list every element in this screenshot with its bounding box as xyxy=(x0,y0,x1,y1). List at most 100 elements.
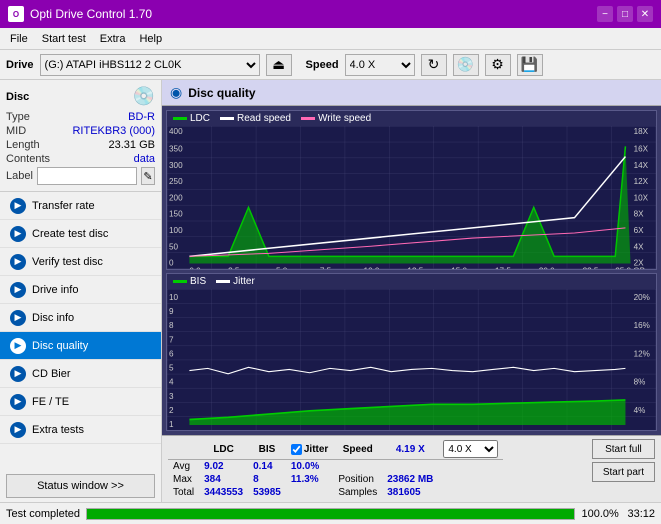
label-edit-button[interactable]: ✎ xyxy=(141,167,155,185)
legend-jitter: Jitter xyxy=(216,276,255,287)
menu-help[interactable]: Help xyxy=(133,31,168,47)
nav-label-extra-tests: Extra tests xyxy=(32,424,84,436)
stats-avg-speed-val xyxy=(382,460,438,474)
chart1-legend: LDC Read speed Write speed xyxy=(167,111,656,126)
save-button[interactable]: 💾 xyxy=(517,54,543,76)
nav-item-drive-info[interactable]: ▶ Drive info xyxy=(0,276,161,304)
nav-item-extra-tests[interactable]: ▶ Extra tests xyxy=(0,416,161,444)
stats-row-avg: Avg 9.02 0.14 10.0% xyxy=(168,460,503,474)
jitter-checkbox[interactable] xyxy=(291,444,302,455)
nav-icon-fe-te: ▶ xyxy=(10,394,26,410)
content-area: ◉ Disc quality LDC Read speed xyxy=(162,80,661,502)
eject-button[interactable]: ⏏ xyxy=(266,54,292,76)
nav-icon-disc-quality: ▶ xyxy=(10,338,26,354)
bottom-bar: Test completed 100.0% 33:12 xyxy=(0,502,661,524)
stats-total-bis: 53985 xyxy=(248,486,286,499)
nav-item-fe-te[interactable]: ▶ FE / TE xyxy=(0,388,161,416)
svg-text:12%: 12% xyxy=(634,348,651,358)
settings-button[interactable]: ⚙ xyxy=(485,54,511,76)
stats-max-bis: 8 xyxy=(248,473,286,486)
svg-text:0: 0 xyxy=(169,259,174,268)
drive-label: Drive xyxy=(6,59,34,71)
disc-icon: 💿 xyxy=(133,86,155,107)
menu-start-test[interactable]: Start test xyxy=(36,31,92,47)
content-title: Disc quality xyxy=(188,86,255,100)
minimize-button[interactable]: − xyxy=(597,6,613,22)
length-label: Length xyxy=(6,139,40,151)
svg-text:14X: 14X xyxy=(634,161,649,170)
stats-avg-empty xyxy=(438,460,503,474)
jitter-color-swatch xyxy=(216,280,230,283)
speed-col-label: Speed xyxy=(343,444,373,455)
menu-file[interactable]: File xyxy=(4,31,34,47)
svg-text:300: 300 xyxy=(169,161,183,170)
nav-item-disc-info[interactable]: ▶ Disc info xyxy=(0,304,161,332)
stats-table: LDC BIS Jitter Speed 4.19 X xyxy=(168,439,503,499)
disc-button[interactable]: 💿 xyxy=(453,54,479,76)
nav-label-disc-quality: Disc quality xyxy=(32,340,88,352)
svg-text:4X: 4X xyxy=(634,242,645,251)
nav-label-transfer-rate: Transfer rate xyxy=(32,200,95,212)
refresh-button[interactable]: ↻ xyxy=(421,54,447,76)
content-header-icon: ◉ xyxy=(170,84,182,101)
svg-text:1: 1 xyxy=(169,418,174,428)
stats-col-ldc: LDC xyxy=(199,439,248,460)
svg-text:2: 2 xyxy=(169,404,174,414)
close-button[interactable]: ✕ xyxy=(637,6,653,22)
nav-item-disc-quality[interactable]: ▶ Disc quality xyxy=(0,332,161,360)
svg-text:12.5: 12.5 xyxy=(407,267,423,269)
label-input[interactable] xyxy=(37,167,137,185)
chart2-svg: 10 9 8 7 6 5 4 3 2 1 20% 16% 12% xyxy=(167,289,656,430)
disc-section: Disc 💿 Type BD-R MID RITEKBR3 (000) Leng… xyxy=(0,80,161,192)
read-speed-color-swatch xyxy=(220,117,234,120)
status-window-button[interactable]: Status window >> xyxy=(6,474,155,498)
stats-row-max: Max 384 8 11.3% Position 23862 MB xyxy=(168,473,503,486)
svg-text:20%: 20% xyxy=(634,291,651,301)
svg-text:5: 5 xyxy=(169,362,174,372)
chart2-legend: BIS Jitter xyxy=(167,274,656,289)
svg-text:12X: 12X xyxy=(634,177,649,186)
window-controls: − □ ✕ xyxy=(597,6,653,22)
contents-value: data xyxy=(134,153,155,165)
svg-text:5.0: 5.0 xyxy=(276,267,288,269)
nav-item-transfer-rate[interactable]: ▶ Transfer rate xyxy=(0,192,161,220)
drive-bar: Drive (G:) ATAPI iHBS112 2 CL0K ⏏ Speed … xyxy=(0,50,661,80)
stats-col-jitter-check: Jitter xyxy=(286,439,333,460)
svg-text:200: 200 xyxy=(169,193,183,202)
start-full-button[interactable]: Start full xyxy=(592,439,655,459)
stats-position-label: Position xyxy=(333,473,382,486)
stats-label-avg: Avg xyxy=(168,460,199,474)
maximize-button[interactable]: □ xyxy=(617,6,633,22)
chart1-inner: 400 350 300 250 200 150 100 50 0 18X 16X… xyxy=(167,126,656,269)
stats-max-jitter: 11.3% xyxy=(286,473,333,486)
nav-items: ▶ Transfer rate ▶ Create test disc ▶ Ver… xyxy=(0,192,161,470)
bis-color-swatch xyxy=(173,280,187,283)
stats-total-empty xyxy=(438,486,503,499)
content-header: ◉ Disc quality xyxy=(162,80,661,106)
legend-read-speed-label: Read speed xyxy=(237,113,291,124)
legend-bis-label: BIS xyxy=(190,276,206,287)
nav-item-verify-test-disc[interactable]: ▶ Verify test disc xyxy=(0,248,161,276)
speed-select[interactable]: 4.0 X xyxy=(345,54,415,76)
stats-col-speed-select: 4.0 X xyxy=(438,439,503,460)
stats-total-jitter xyxy=(286,486,333,499)
svg-text:0.0: 0.0 xyxy=(189,267,201,269)
svg-text:15.0: 15.0 xyxy=(451,267,467,269)
nav-label-drive-info: Drive info xyxy=(32,284,78,296)
menu-extra[interactable]: Extra xyxy=(94,31,132,47)
svg-text:22.5: 22.5 xyxy=(583,267,599,269)
speed-selector[interactable]: 4.0 X xyxy=(443,440,498,458)
svg-text:2.5: 2.5 xyxy=(228,267,240,269)
nav-item-cd-bier[interactable]: ▶ CD Bier xyxy=(0,360,161,388)
speed-col-value: 4.19 X xyxy=(396,444,425,455)
legend-bis: BIS xyxy=(173,276,206,287)
svg-text:10X: 10X xyxy=(634,193,649,202)
nav-item-create-test-disc[interactable]: ▶ Create test disc xyxy=(0,220,161,248)
legend-ldc: LDC xyxy=(173,113,210,124)
svg-text:7.5: 7.5 xyxy=(320,267,332,269)
drive-select[interactable]: (G:) ATAPI iHBS112 2 CL0K xyxy=(40,54,260,76)
svg-text:17.5: 17.5 xyxy=(495,267,511,269)
legend-write-speed-label: Write speed xyxy=(318,113,371,124)
start-part-button[interactable]: Start part xyxy=(592,462,655,482)
stats-col-bis: BIS xyxy=(248,439,286,460)
